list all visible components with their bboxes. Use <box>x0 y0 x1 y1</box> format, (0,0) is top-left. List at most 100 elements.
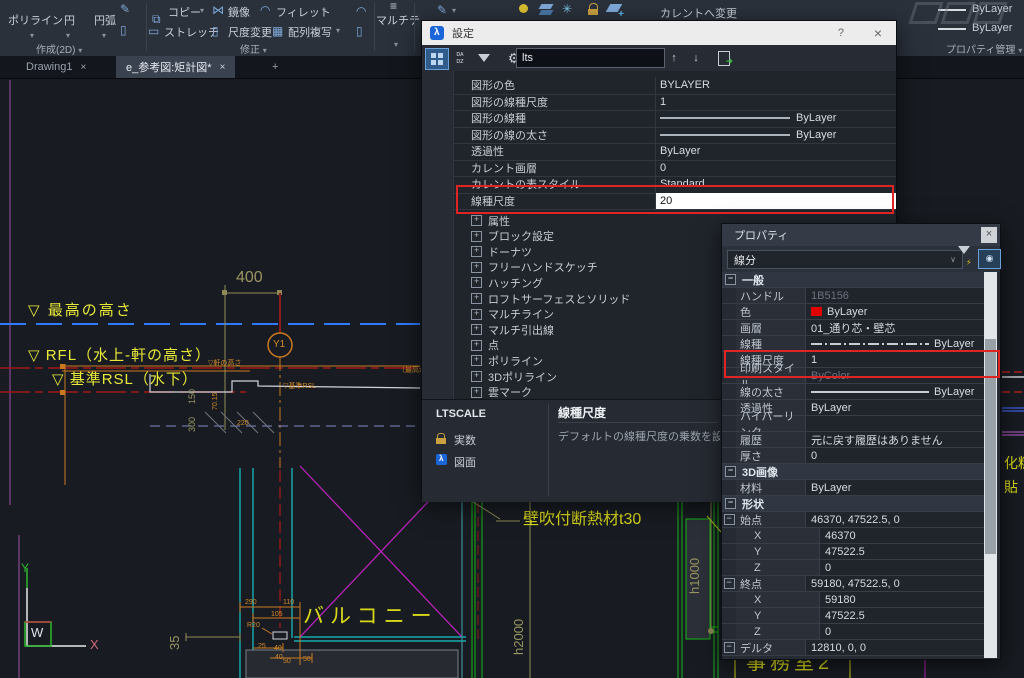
property-value[interactable]: 1B5156 <box>806 288 986 303</box>
close-button[interactable]: × <box>981 227 997 243</box>
ribbon-polyline-button[interactable]: ポリライン <box>8 12 63 28</box>
category-view-button[interactable] <box>425 48 449 70</box>
settings-category-ロフトサーフェスとソリッド[interactable]: +ロフトサーフェスとソリッド <box>471 291 630 306</box>
collapse-icon[interactable]: − <box>725 274 736 285</box>
settings-row-図形の線の太さ[interactable]: 図形の線の太さByLayer <box>453 127 896 145</box>
chevron-down-icon[interactable]: ▾ <box>66 31 70 40</box>
settings-row-カレント画層[interactable]: カレント画層0 <box>453 160 896 178</box>
ribbon-copy-button[interactable]: コピー <box>168 4 201 20</box>
settings-category-雲マーク[interactable]: +雲マーク <box>471 385 532 399</box>
setting-value[interactable]: ByLayer <box>656 110 896 127</box>
ellipse-tool-icon[interactable]: ✎ <box>120 3 130 15</box>
chevron-down-icon[interactable]: ▾ <box>200 6 204 15</box>
settings-row-図形の線種尺度[interactable]: 図形の線種尺度1 <box>453 94 896 112</box>
region-tool-icon[interactable]: ▯ <box>120 24 127 36</box>
property-value[interactable]: 59180 <box>820 592 986 607</box>
property-section-形状[interactable]: −形状 <box>722 496 986 512</box>
expand-icon[interactable]: + <box>471 293 482 304</box>
property-row-Y[interactable]: Y47522.5 <box>722 608 986 624</box>
property-row-Z[interactable]: Z0 <box>722 560 986 576</box>
setting-value[interactable]: BYLAYER <box>656 77 896 94</box>
expand-icon[interactable]: + <box>471 231 482 242</box>
property-row-色[interactable]: 色ByLayer <box>722 304 986 320</box>
property-row-ハンドル[interactable]: ハンドル1B5156 <box>722 288 986 304</box>
settings-category-属性[interactable]: +属性 <box>471 213 510 228</box>
close-icon[interactable]: × <box>220 62 226 73</box>
setting-value[interactable]: ByLayer <box>656 127 896 144</box>
expand-icon[interactable]: + <box>471 309 482 320</box>
expand-icon[interactable]: + <box>471 355 482 366</box>
expand-icon[interactable]: + <box>471 277 482 288</box>
rotate-tool-icon[interactable]: ◠ <box>356 5 366 17</box>
settings-category-ブロック設定[interactable]: +ブロック設定 <box>471 229 554 244</box>
collapse-icon[interactable]: − <box>722 576 736 591</box>
property-value[interactable]: 0 <box>820 560 986 575</box>
property-row-始点[interactable]: −始点46370, 47522.5, 0 <box>722 512 986 528</box>
setting-value[interactable]: 0 <box>656 160 896 177</box>
settings-row-図形の線種[interactable]: 図形の線種ByLayer <box>453 110 896 128</box>
settings-category-ポリライン[interactable]: +ポリライン <box>471 353 543 368</box>
export-button[interactable]: ➜ <box>714 48 734 68</box>
trim-tool-icon[interactable]: ▯ <box>356 25 363 37</box>
property-value[interactable]: ByLayer <box>806 384 986 399</box>
copy-icon[interactable]: ⧉ <box>152 5 161 25</box>
property-row-線の太さ[interactable]: 線の太さByLayer <box>722 384 986 400</box>
file-tab-drawing1[interactable]: Drawing1 × <box>16 56 96 78</box>
layer-on-icon[interactable] <box>516 3 530 17</box>
expand-icon[interactable]: + <box>471 262 482 273</box>
ribbon-mirror-button[interactable]: 鏡像 <box>228 4 250 20</box>
array-icon[interactable]: ▦ <box>272 25 283 37</box>
settings-category-マルチライン[interactable]: +マルチライン <box>471 307 554 322</box>
setting-value[interactable]: 1 <box>656 94 896 111</box>
properties-grid[interactable]: −一般ハンドル1B5156色ByLayer画層01_通り芯・壁芯線種ByLaye… <box>722 272 986 658</box>
property-row-Y[interactable]: Y47522.5 <box>722 544 986 560</box>
settings-category-ハッチング[interactable]: +ハッチング <box>471 275 543 290</box>
property-row-材料[interactable]: 材料ByLayer <box>722 480 986 496</box>
panel-label-properties-mgmt[interactable]: プロパティ管理 ▾ <box>946 41 1022 56</box>
chevron-down-icon[interactable]: ▾ <box>322 6 326 15</box>
property-row-デルタ[interactable]: −デルタ12810, 0, 0 <box>722 640 986 656</box>
ribbon-scale-button[interactable]: 尺度変更 <box>228 24 272 40</box>
scale-icon[interactable]: ▯ <box>212 25 219 37</box>
settings-category-点[interactable]: +点 <box>471 338 499 353</box>
alphabetic-sort-button[interactable]: ᴅᴀᴅᴢ <box>450 48 470 68</box>
fillet-icon[interactable]: ◠ <box>260 4 270 16</box>
ribbon-array-button[interactable]: 配列複写 <box>288 24 332 40</box>
find-next-button[interactable]: ↓ <box>686 48 706 68</box>
chevron-down-icon[interactable]: ▾ <box>394 40 398 49</box>
property-section-3D画像[interactable]: −3D画像 <box>722 464 986 480</box>
file-tab-reference-drawing[interactable]: e_参考図:矩計図* × <box>116 56 235 78</box>
chevron-down-icon[interactable]: ▾ <box>102 31 106 40</box>
ribbon-change-to-current-button[interactable]: カレントへ変更 <box>660 5 737 21</box>
property-row-X[interactable]: X46370 <box>722 528 986 544</box>
property-row-ハイパーリンク[interactable]: ハイパーリンク <box>722 416 986 432</box>
ribbon-circle-button[interactable]: 円 <box>64 12 75 28</box>
expand-icon[interactable]: + <box>471 215 482 226</box>
close-icon[interactable]: × <box>80 62 86 73</box>
property-value[interactable]: 47522.5 <box>820 608 986 623</box>
property-value[interactable]: 46370, 47522.5, 0 <box>806 512 986 527</box>
expand-icon[interactable]: + <box>471 246 482 257</box>
collapse-icon[interactable]: − <box>722 512 736 527</box>
property-section-一般[interactable]: −一般 <box>722 272 986 288</box>
collapse-icon[interactable]: − <box>725 498 736 509</box>
panel-label-create[interactable]: 作成(2D) ▾ <box>36 41 82 56</box>
settings-category-3Dポリライン[interactable]: +3Dポリライン <box>471 369 557 384</box>
property-value[interactable]: 47522.5 <box>820 544 986 559</box>
text-style-icon[interactable]: ✎ <box>437 4 447 16</box>
property-value[interactable]: 59180, 47522.5, 0 <box>806 576 986 591</box>
panel-label-modify[interactable]: 修正 ▾ <box>240 41 267 56</box>
property-value[interactable]: 元に戻す履歴はありません <box>806 432 986 447</box>
property-row-厚さ[interactable]: 厚さ0 <box>722 448 986 464</box>
settings-dialog-titlebar[interactable]: λ 設定 ? × <box>422 21 896 45</box>
new-tab-button[interactable]: + <box>262 56 288 78</box>
ribbon-arc-button[interactable]: 円弧 <box>94 12 116 28</box>
property-value[interactable]: ByLayer <box>806 480 986 495</box>
settings-search-input[interactable]: lts <box>516 48 665 68</box>
settings-row-図形の色[interactable]: 図形の色BYLAYER <box>453 77 896 95</box>
collapse-icon[interactable]: − <box>722 640 736 655</box>
ribbon-stretch-button[interactable]: ストレッチ <box>164 24 219 40</box>
settings-category-ドーナツ[interactable]: +ドーナツ <box>471 244 532 259</box>
property-row-画層[interactable]: 画層01_通り芯・壁芯 <box>722 320 986 336</box>
freeze-layer-icon[interactable]: ✳ <box>562 3 572 15</box>
